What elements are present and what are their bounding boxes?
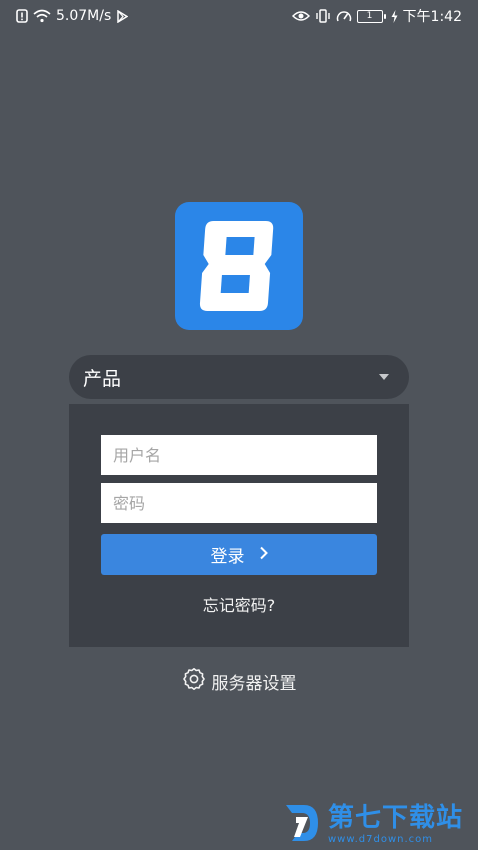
play-store-icon [116, 9, 129, 23]
speed-icon [336, 9, 352, 23]
server-settings-label: 服务器设置 [211, 674, 297, 694]
watermark: 第七下载站 www.d7down.com [282, 800, 478, 850]
alert-icon [16, 9, 28, 23]
gear-icon [182, 667, 206, 696]
d7-logo-icon [282, 801, 322, 849]
login-panel: 登录 忘记密码? [69, 404, 409, 647]
digit-eight-icon [199, 221, 274, 311]
wifi-icon [33, 9, 51, 23]
watermark-text: 第七下载站 www.d7down.com [328, 805, 463, 845]
battery-icon: 1 [356, 9, 386, 23]
product-select-value: 产品 [83, 367, 122, 390]
server-settings-button[interactable]: 服务器设置 [0, 667, 478, 696]
status-bar: 5.07M/s 1 下午1:42 [0, 0, 478, 32]
battery-level: 1 [366, 10, 373, 21]
status-bar-left: 5.07M/s [16, 8, 129, 24]
chevron-right-icon [259, 545, 268, 565]
caret-down-icon [379, 374, 389, 380]
clock: 下午1:42 [402, 9, 462, 25]
charging-icon [391, 9, 398, 23]
product-select[interactable]: 产品 [69, 355, 409, 399]
watermark-url: www.d7down.com [328, 834, 434, 845]
vibrate-icon [315, 9, 331, 23]
eye-icon [291, 10, 310, 22]
app-logo [175, 202, 303, 330]
forgot-password-link[interactable]: 忘记密码? [69, 592, 409, 616]
network-speed: 5.07M/s [56, 8, 112, 24]
login-button-label: 登录 [210, 547, 245, 567]
password-input[interactable] [101, 483, 377, 523]
login-button[interactable]: 登录 [101, 534, 377, 575]
username-input[interactable] [101, 435, 377, 475]
watermark-title: 第七下载站 [328, 803, 464, 833]
status-bar-right: 1 下午1:42 [291, 6, 462, 26]
